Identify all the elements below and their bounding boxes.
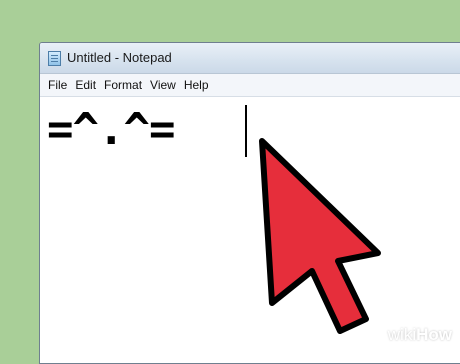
wikihow-watermark: wikiHow — [388, 325, 452, 345]
menu-edit[interactable]: Edit — [71, 74, 100, 96]
menu-file[interactable]: File — [44, 74, 71, 96]
menu-help[interactable]: Help — [180, 74, 213, 96]
notepad-app-icon — [48, 51, 61, 66]
menu-view[interactable]: View — [146, 74, 180, 96]
title-bar[interactable]: Untitled - Notepad — [40, 43, 460, 74]
window-title: Untitled - Notepad — [67, 50, 172, 65]
watermark-suffix: How — [416, 325, 452, 344]
menu-bar: File Edit Format View Help — [40, 74, 460, 97]
watermark-prefix: wiki — [387, 325, 417, 344]
editor-text: =^.^= — [47, 104, 175, 155]
menu-format[interactable]: Format — [100, 74, 146, 96]
mouse-pointer-arrow-icon — [259, 138, 381, 334]
text-caret — [245, 105, 247, 157]
